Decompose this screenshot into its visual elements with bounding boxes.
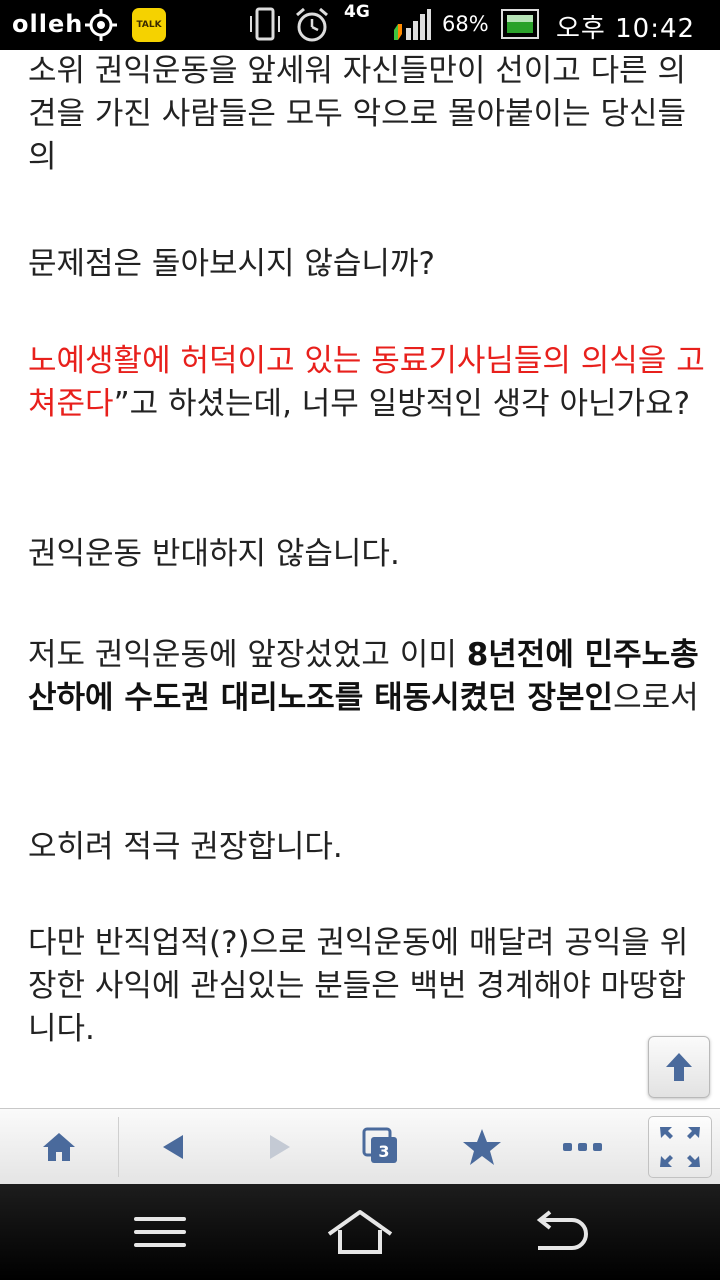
paragraph: 저도 권익운동에 앞장섰었고 이미 8년전에 민주노총산하에 수도권 대리노조를… bbox=[28, 634, 708, 720]
gps-icon bbox=[85, 9, 117, 41]
clock: 오후 10:42 bbox=[556, 14, 696, 44]
more-menu-button[interactable] bbox=[533, 1109, 633, 1185]
tabs-button[interactable]: 3 bbox=[329, 1109, 431, 1185]
browser-toolbar: 3 bbox=[0, 1108, 720, 1185]
menu-icon bbox=[134, 1217, 186, 1247]
back-button[interactable] bbox=[119, 1109, 229, 1185]
paragraph: 소위 권익운동을 앞세워 자신들만이 선이고 다른 의견을 가진 사람들은 모두… bbox=[28, 53, 687, 175]
paragraph: 다만 반직업적(?)으로 권익운동에 매달려 공익을 위장한 사익에 관심있는 … bbox=[28, 925, 689, 1047]
home-key[interactable] bbox=[300, 1184, 420, 1280]
kakaotalk-icon: TALK bbox=[132, 8, 166, 42]
paragraph: 문제점은 돌아보시지 않습니까? bbox=[28, 246, 435, 282]
forward-button[interactable] bbox=[229, 1109, 329, 1185]
signal-strength-icon bbox=[394, 9, 431, 40]
back-arrow-icon bbox=[536, 1210, 588, 1250]
paragraph-text: 으로서 bbox=[613, 680, 699, 716]
home-button[interactable] bbox=[0, 1109, 118, 1185]
alarm-clock-icon bbox=[296, 7, 328, 42]
vibrate-phone-icon bbox=[250, 7, 280, 41]
tab-count: 3 bbox=[378, 1142, 389, 1161]
system-nav-bar bbox=[0, 1184, 720, 1280]
arrow-right-icon bbox=[270, 1135, 290, 1159]
back-key[interactable] bbox=[500, 1184, 620, 1280]
status-bar: olleh TALK 4G 68% 오후 10:42 bbox=[0, 0, 720, 50]
paragraph: 오히려 적극 권장합니다. bbox=[28, 829, 343, 865]
bookmark-button[interactable] bbox=[431, 1109, 533, 1185]
more-dots-icon bbox=[563, 1143, 602, 1151]
house-outline-icon bbox=[327, 1210, 393, 1254]
arrow-up-icon bbox=[666, 1053, 692, 1081]
battery-percent: 68% bbox=[442, 12, 489, 36]
paragraph-text: ”고 하셨는데, 너무 일방적인 생각 아닌가요? bbox=[113, 386, 691, 422]
fullscreen-button[interactable] bbox=[648, 1116, 712, 1178]
carrier-name: olleh bbox=[12, 10, 84, 38]
scroll-to-top-button[interactable] bbox=[648, 1036, 710, 1098]
menu-button[interactable] bbox=[100, 1184, 220, 1280]
star-icon bbox=[463, 1129, 501, 1165]
tabs-icon: 3 bbox=[362, 1127, 397, 1163]
paragraph: 권익운동 반대하지 않습니다. bbox=[28, 536, 400, 572]
arrow-left-icon bbox=[163, 1135, 183, 1159]
fullscreen-icon bbox=[660, 1127, 700, 1167]
battery-icon bbox=[501, 9, 539, 39]
home-icon bbox=[43, 1133, 75, 1161]
paragraph: 노예생활에 허덕이고 있는 동료기사님들의 의식을 고쳐준다”고 하셨는데, 너… bbox=[28, 340, 708, 426]
paragraph-text: 저도 권익운동에 앞장섰었고 이미 bbox=[28, 637, 467, 673]
network-type: 4G bbox=[344, 2, 370, 22]
